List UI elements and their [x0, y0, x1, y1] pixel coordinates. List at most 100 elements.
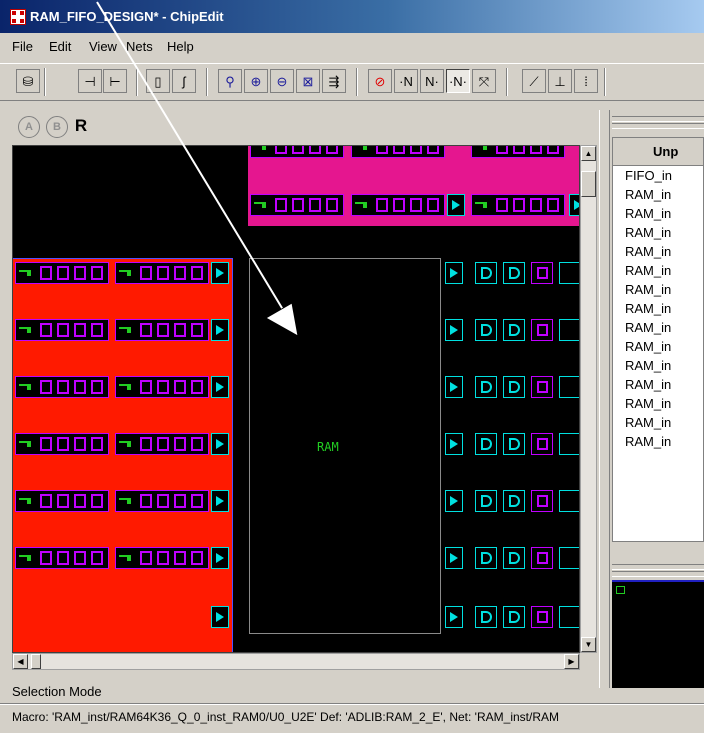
title-bar[interactable]: RAM_FIFO_DESIGN* - ChipEdit [0, 0, 704, 33]
flipflop-cell[interactable] [475, 262, 497, 284]
unlock-button[interactable]: ʃ [172, 69, 196, 93]
r-layer-button[interactable]: R [70, 114, 92, 138]
unplaced-list-item[interactable]: RAM_in [625, 225, 671, 241]
ram-macro-block[interactable] [249, 258, 441, 634]
b-layer-button[interactable]: B [46, 116, 68, 138]
flipflop-cell[interactable] [475, 376, 497, 398]
unplaced-list-item[interactable]: RAM_in [625, 339, 671, 355]
logic-cell-group[interactable] [15, 262, 109, 284]
red-placement-region[interactable] [13, 258, 233, 652]
buffer-cell[interactable] [445, 376, 463, 398]
unplaced-list-item[interactable]: RAM_in [625, 358, 671, 374]
vertical-scroll-thumb[interactable] [581, 171, 596, 197]
buffer-cell[interactable] [445, 490, 463, 512]
buffer-cell[interactable] [211, 319, 229, 341]
menu-file[interactable]: File [12, 39, 33, 54]
route-button[interactable]: ⟋ [522, 69, 546, 93]
in-port-button[interactable]: ⊣ [78, 69, 102, 93]
logic-cell-group[interactable] [15, 376, 109, 398]
unplaced-list-header[interactable]: Unp [613, 138, 703, 166]
partial-cell[interactable] [559, 433, 579, 455]
partial-cell[interactable] [559, 319, 579, 341]
net-n2-button[interactable]: N· [420, 69, 444, 93]
overview-window[interactable] [612, 580, 704, 688]
fit-view-button[interactable]: ⊠ [296, 69, 320, 93]
net-n1-button[interactable]: ·N [394, 69, 418, 93]
flipflop-cell[interactable] [503, 319, 525, 341]
unplaced-list-item[interactable]: RAM_in [625, 244, 671, 260]
logic-cell-group[interactable] [250, 194, 344, 216]
buffer-cell[interactable] [447, 194, 465, 216]
buffer-cell[interactable] [211, 490, 229, 512]
flipflop-cell[interactable] [503, 262, 525, 284]
unplaced-list-item[interactable]: RAM_in [625, 206, 671, 222]
flipflop-cell[interactable] [503, 433, 525, 455]
logic-cell-group[interactable] [115, 319, 209, 341]
logic-cell-group[interactable] [471, 146, 565, 158]
zoom-select-button[interactable]: ⚲ [218, 69, 242, 93]
flipflop-cell[interactable] [503, 490, 525, 512]
panel-grip-bottom[interactable] [612, 564, 704, 570]
unplaced-list-item[interactable]: RAM_in [625, 320, 671, 336]
buffer-cell[interactable] [445, 319, 463, 341]
logic-cell-group[interactable] [115, 547, 209, 569]
partial-cell[interactable] [559, 262, 579, 284]
logic-cell-group[interactable] [351, 194, 445, 216]
layout-canvas[interactable]: RAM [12, 145, 580, 653]
register-cell[interactable] [531, 547, 553, 569]
register-cell[interactable] [531, 319, 553, 341]
horizontal-scroll-thumb[interactable] [31, 654, 41, 669]
unplaced-list[interactable]: Unp FIFO_in RAM_in RAM_in RAM_in RAM_in RAM_i… [612, 137, 704, 542]
menu-view[interactable]: View [89, 39, 117, 54]
logic-cell-group[interactable] [115, 376, 209, 398]
buffer-cell[interactable] [211, 547, 229, 569]
canvas-horizontal-scrollbar[interactable]: ◀ ▶ [12, 653, 580, 670]
logic-cell-group[interactable] [15, 433, 109, 455]
menu-help[interactable]: Help [167, 39, 194, 54]
menu-edit[interactable]: Edit [49, 39, 71, 54]
register-cell[interactable] [531, 606, 553, 628]
scroll-right-button[interactable]: ▶ [564, 654, 579, 669]
buffer-cell[interactable] [569, 194, 579, 216]
flipflop-cell[interactable] [503, 376, 525, 398]
register-cell[interactable] [531, 262, 553, 284]
zoom-out-button[interactable]: ⊖ [270, 69, 294, 93]
buffer-cell[interactable] [211, 262, 229, 284]
scroll-up-button[interactable]: ▲ [581, 146, 596, 161]
flipflop-cell[interactable] [475, 433, 497, 455]
logic-cell-group[interactable] [115, 490, 209, 512]
buffer-cell[interactable] [211, 433, 229, 455]
partial-cell[interactable] [559, 606, 579, 628]
unplaced-list-item[interactable]: FIFO_in [625, 168, 672, 184]
zoom-in-button[interactable]: ⊕ [244, 69, 268, 93]
partial-cell[interactable] [559, 376, 579, 398]
flipflop-cell[interactable] [503, 547, 525, 569]
buffer-cell[interactable] [445, 433, 463, 455]
logic-cell-group[interactable] [250, 146, 344, 158]
partial-cell[interactable] [559, 490, 579, 512]
unplaced-list-item[interactable]: RAM_in [625, 263, 671, 279]
flipflop-cell[interactable] [475, 490, 497, 512]
database-button[interactable]: ⛁ [16, 69, 40, 93]
scroll-left-button[interactable]: ◀ [13, 654, 28, 669]
logic-cell-group[interactable] [15, 319, 109, 341]
pane-splitter[interactable] [599, 110, 610, 688]
lock-button[interactable]: ▯ [146, 69, 170, 93]
unplaced-list-item[interactable]: RAM_in [625, 415, 671, 431]
ratsnest-button[interactable]: ⤧ [472, 69, 496, 93]
menu-nets[interactable]: Nets [126, 39, 153, 54]
buffer-cell[interactable] [445, 547, 463, 569]
flipflop-cell[interactable] [475, 547, 497, 569]
logic-cell-group[interactable] [471, 194, 565, 216]
register-cell[interactable] [531, 490, 553, 512]
unplaced-list-item[interactable]: RAM_in [625, 434, 671, 450]
flipflop-cell[interactable] [503, 606, 525, 628]
export-button[interactable]: ⇶ [322, 69, 346, 93]
flipflop-cell[interactable] [475, 606, 497, 628]
buffer-cell[interactable] [211, 376, 229, 398]
unplaced-list-item[interactable]: RAM_in [625, 187, 671, 203]
logic-cell-group[interactable] [15, 490, 109, 512]
register-cell[interactable] [531, 376, 553, 398]
scroll-down-button[interactable]: ▼ [581, 637, 596, 652]
a-layer-button[interactable]: A [18, 116, 40, 138]
